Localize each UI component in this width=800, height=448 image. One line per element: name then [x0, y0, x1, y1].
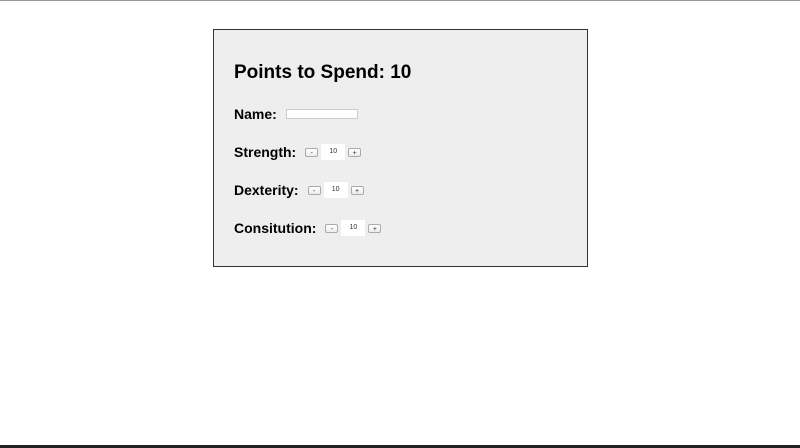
constitution-decrement-button[interactable]: -	[325, 223, 339, 233]
points-title: Points to Spend: 10	[234, 62, 412, 83]
strength-value[interactable]: 10	[321, 144, 346, 160]
strength-row: Strength: - 10 +	[234, 142, 362, 162]
dexterity-value[interactable]: 10	[323, 182, 348, 198]
constitution-value[interactable]: 10	[341, 220, 366, 236]
name-input[interactable]	[285, 109, 358, 119]
strength-increment-button[interactable]: +	[348, 147, 362, 157]
character-panel: Points to Spend: 10 Name: Strength: - 10…	[213, 29, 588, 267]
dexterity-increment-button[interactable]: +	[350, 185, 364, 195]
strength-label: Strength:	[234, 144, 297, 160]
name-label: Name:	[234, 106, 277, 122]
constitution-increment-button[interactable]: +	[368, 223, 382, 233]
strength-decrement-button[interactable]: -	[305, 147, 319, 157]
name-row: Name:	[234, 104, 358, 124]
top-border	[0, 0, 800, 1]
dexterity-decrement-button[interactable]: -	[307, 185, 321, 195]
dexterity-row: Dexterity: - 10 +	[234, 180, 364, 200]
constitution-label: Consitution:	[234, 220, 317, 236]
dexterity-label: Dexterity:	[234, 182, 299, 198]
constitution-row: Consitution: - 10 +	[234, 218, 382, 238]
